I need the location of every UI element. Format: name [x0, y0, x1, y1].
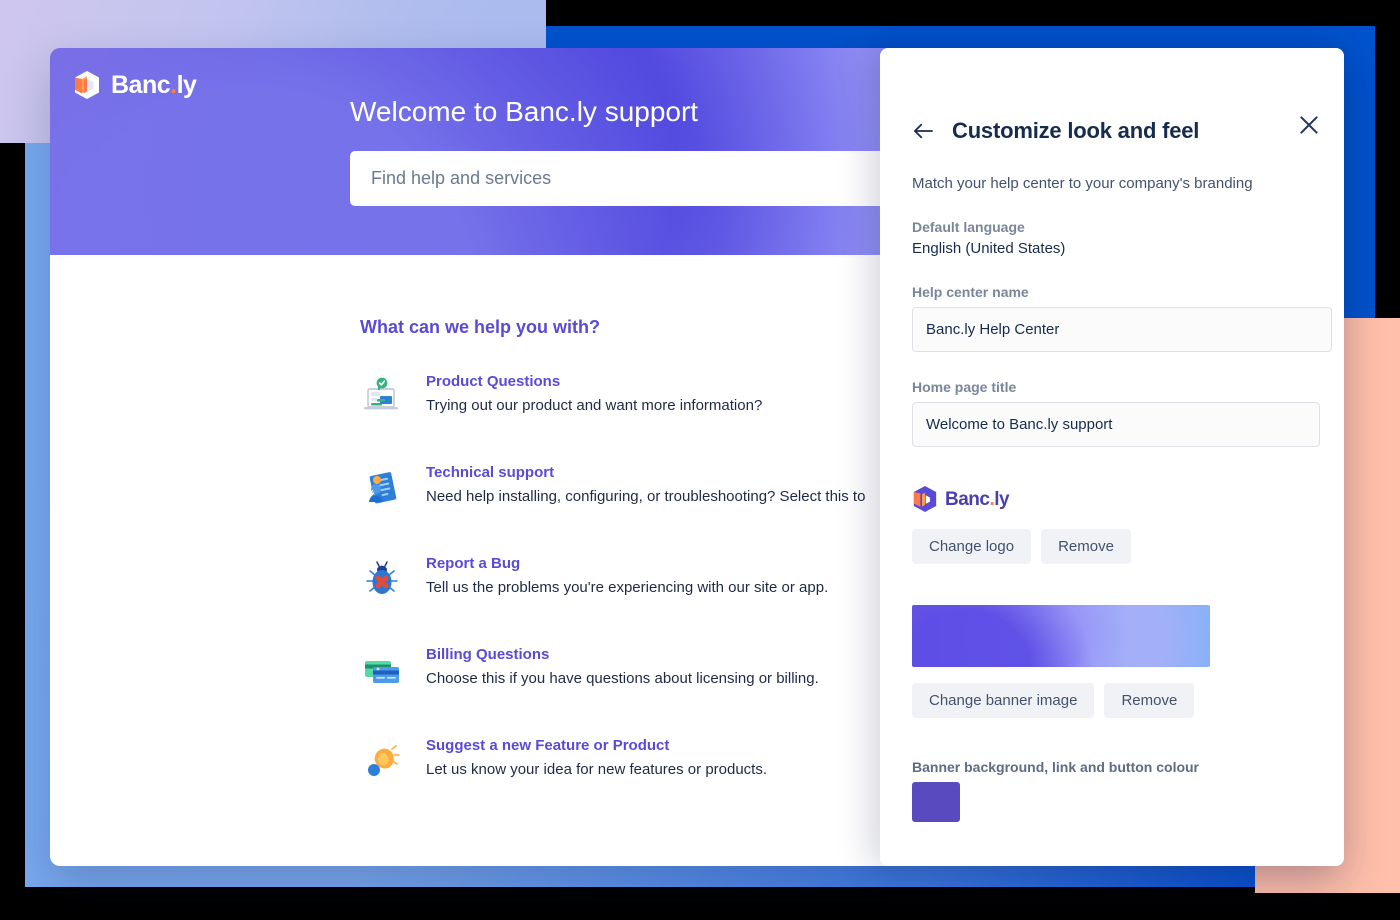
colour-swatch[interactable] [912, 782, 960, 822]
home-page-title-input[interactable]: Welcome to Banc.ly support [912, 402, 1320, 447]
topic-title[interactable]: Product Questions [426, 373, 762, 390]
topic-title[interactable]: Technical support [426, 464, 865, 481]
topic-title[interactable]: Billing Questions [426, 646, 819, 663]
screen-root: Banc.ly Welcome to Banc.ly support What … [0, 0, 1400, 920]
topic-desc: Need help installing, configuring, or tr… [426, 488, 866, 505]
bancly-cube-icon [913, 486, 937, 512]
change-banner-image-button[interactable]: Change banner image [912, 683, 1095, 718]
topic-desc: Trying out our product and want more inf… [426, 397, 763, 414]
logo-button-row: Change logo Remove [912, 529, 1312, 564]
remove-logo-button[interactable]: Remove [1041, 529, 1131, 564]
help-center-name-label: Help center name [912, 284, 1029, 300]
topic-desc: Let us know your idea for new features o… [426, 761, 768, 778]
support-card-icon: A [369, 472, 397, 504]
panel-header: Customize look and feel [912, 118, 1312, 144]
panel-title: Customize look and feel [952, 118, 1200, 143]
topic-desc: Choose this if you have questions about … [426, 670, 819, 687]
back-arrow-icon[interactable] [912, 122, 934, 140]
customize-panel: Customize look and feel Match your help … [880, 48, 1344, 866]
bug-icon [366, 561, 398, 594]
remove-banner-button[interactable]: Remove [1104, 683, 1195, 718]
close-icon[interactable] [1296, 112, 1322, 138]
default-language-label: Default language [912, 219, 1025, 235]
topic-desc: Tell us the problems you're experiencing… [426, 579, 829, 596]
laptop-check-icon [364, 377, 398, 410]
panel-subtitle: Match your help center to your company's… [912, 175, 1253, 192]
topic-title[interactable]: Suggest a new Feature or Product [426, 737, 767, 754]
default-language-value: English (United States) [912, 240, 1066, 257]
topic-title[interactable]: Report a Bug [426, 555, 828, 572]
credit-card-icon [365, 661, 399, 683]
panel-logo-text: Banc.ly [945, 488, 1010, 510]
colour-label: Banner background, link and button colou… [912, 759, 1200, 775]
banner-image-preview [912, 605, 1210, 667]
help-center-name-input[interactable]: Banc.ly Help Center [912, 307, 1332, 352]
change-logo-button[interactable]: Change logo [912, 529, 1032, 564]
banner-button-row: Change banner image Remove [912, 683, 1312, 718]
help-center-logo: Banc.ly [73, 70, 197, 100]
help-center-logo-text: Banc.ly [111, 70, 197, 99]
home-page-title-label: Home page title [912, 379, 1017, 395]
lightbulb-idea-icon [368, 745, 400, 776]
svg-text:A: A [370, 490, 375, 497]
panel-logo-preview: Banc.ly [912, 485, 1312, 513]
help-center-title: Welcome to Banc.ly support [350, 96, 699, 127]
bancly-cube-icon [75, 71, 99, 99]
